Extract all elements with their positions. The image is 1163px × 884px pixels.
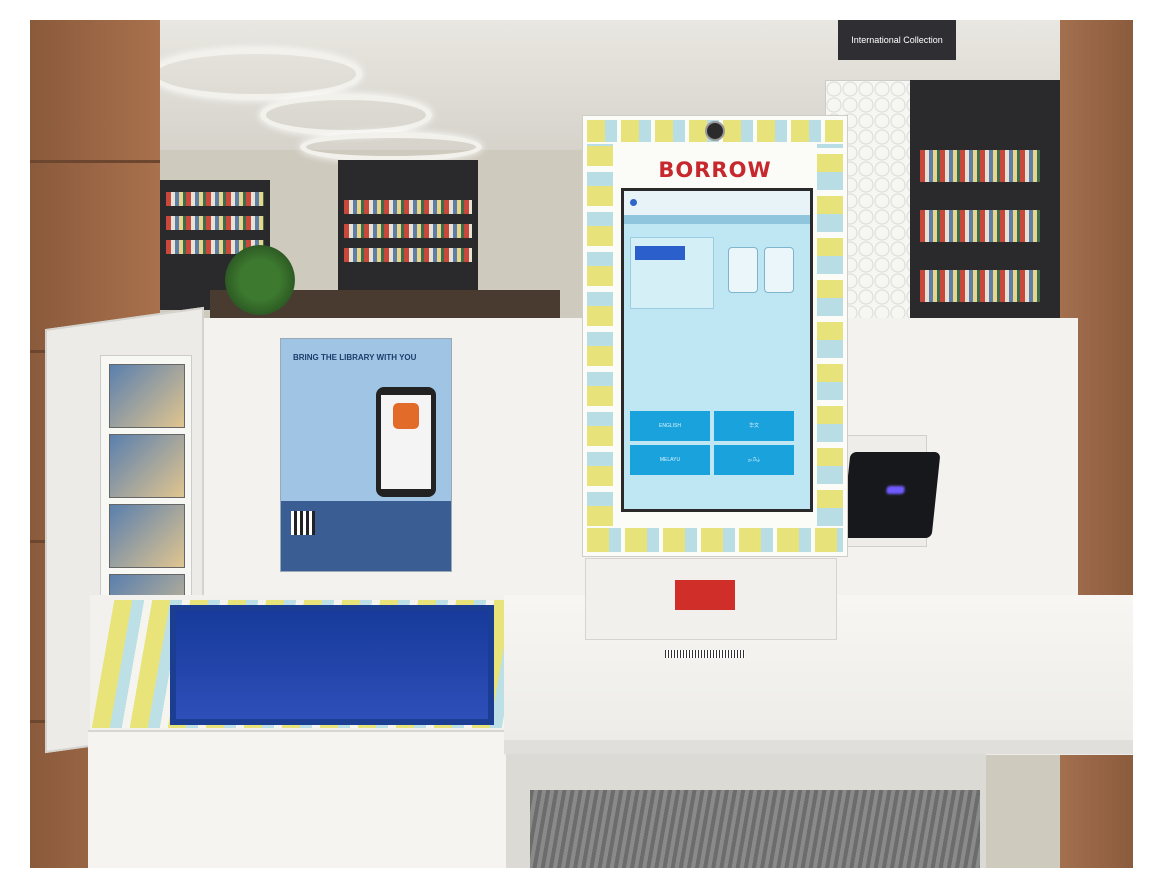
kiosk-touchscreen[interactable]: ENGLISH 华文 MELAYU தமிழ் <box>621 188 813 512</box>
qr-code-icon <box>291 511 315 535</box>
camera-icon <box>705 121 725 141</box>
comic-cell <box>109 504 185 568</box>
barcode-label <box>665 650 745 658</box>
shelf-books <box>920 270 1040 302</box>
phone-screen <box>381 395 431 489</box>
ceiling-light-ring <box>300 132 482 162</box>
background-books <box>344 248 472 262</box>
shelf-books <box>920 150 1040 182</box>
ceiling-light-ring <box>150 48 362 100</box>
phone-illustration <box>376 387 436 497</box>
scanner-icon[interactable] <box>841 452 941 538</box>
kiosk-frame: BORROW ENGLISH 华文 MELAYU தமிழ் <box>582 115 848 557</box>
book-return-bin[interactable] <box>170 605 494 725</box>
kiosk-lower-cabinet <box>88 730 508 868</box>
frame-tiles-left <box>587 144 613 526</box>
ceiling-light-ring <box>260 94 432 136</box>
logo-dot-icon <box>630 199 637 206</box>
potted-plant <box>225 245 295 315</box>
wall-panel-seam <box>30 160 160 163</box>
app-icon <box>393 403 419 429</box>
right-bookshelf <box>910 80 1060 320</box>
background-books <box>344 200 472 214</box>
frame-tiles-bottom <box>587 528 843 552</box>
language-button-english[interactable]: ENGLISH <box>630 411 710 441</box>
screen-header <box>624 191 810 215</box>
rfid-pad-icon[interactable] <box>675 580 735 610</box>
section-sign: International Collection <box>838 20 956 60</box>
shelf-books <box>920 210 1040 242</box>
frame-tiles-right <box>817 144 843 526</box>
language-button-malay[interactable]: MELAYU <box>630 445 710 475</box>
background-books <box>166 216 264 230</box>
instruction-tag <box>635 246 685 260</box>
device-illustration <box>728 247 758 293</box>
counter-edge <box>504 740 1133 754</box>
background-books <box>166 192 264 206</box>
library-kiosk-photo: International Collection BRING THE LIBRA… <box>30 20 1133 868</box>
screen-nav-bar <box>624 215 810 224</box>
instruction-illustration <box>630 237 714 309</box>
background-books <box>344 224 472 238</box>
language-button-tamil[interactable]: தமிழ் <box>714 445 794 475</box>
scanner-light <box>886 486 905 494</box>
language-button-chinese[interactable]: 华文 <box>714 411 794 441</box>
poster-footer-band <box>281 501 451 571</box>
carpet-floor <box>530 790 980 868</box>
library-app-poster: BRING THE LIBRARY WITH YOU <box>280 338 452 572</box>
kiosk-title: BORROW <box>658 158 772 182</box>
poster-title: BRING THE LIBRARY WITH YOU <box>293 353 417 362</box>
comic-cell <box>109 434 185 498</box>
comic-cell <box>109 364 185 428</box>
device-illustration <box>764 247 794 293</box>
